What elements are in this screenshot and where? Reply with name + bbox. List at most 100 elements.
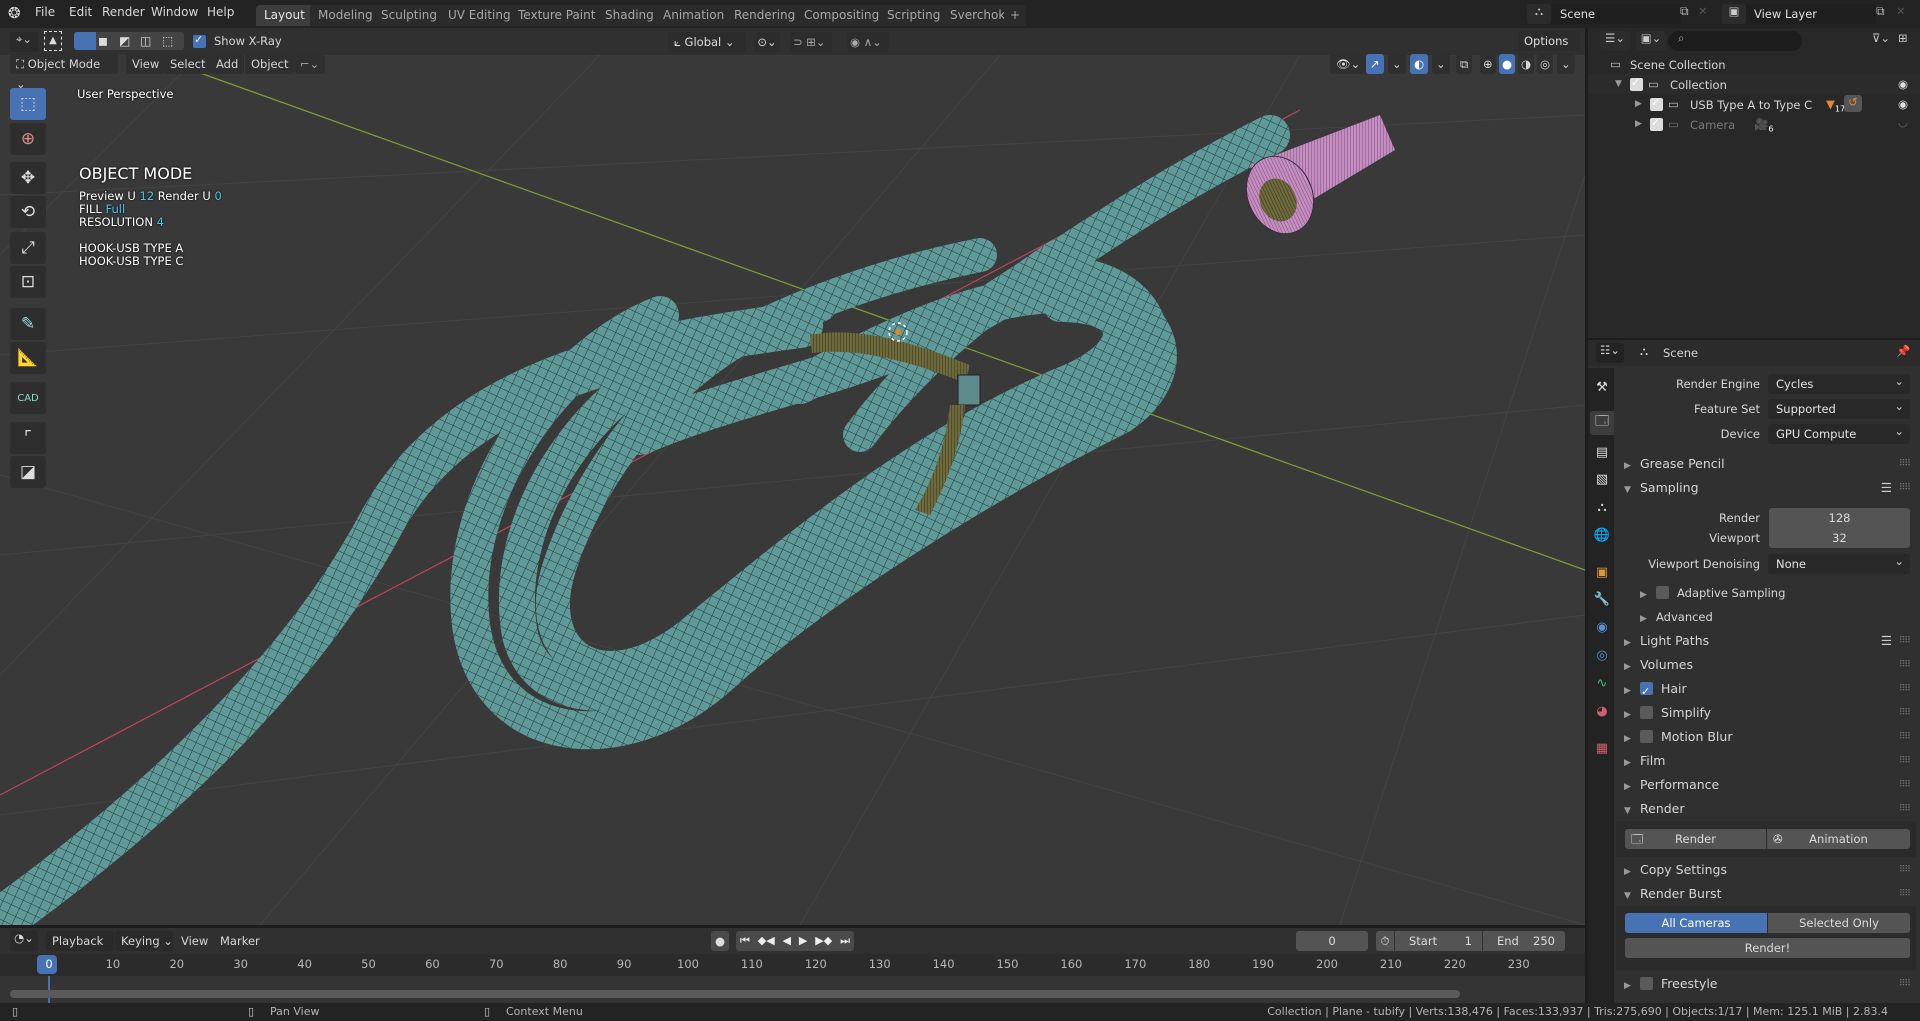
- render-image-button[interactable]: 🗔 Render: [1625, 829, 1766, 849]
- expand-icon[interactable]: ▼: [1615, 79, 1622, 89]
- tab-material-icon[interactable]: ◕: [1590, 699, 1614, 723]
- drag-handle-icon[interactable]: ⠿⠿: [1899, 653, 1911, 677]
- panel-freestyle[interactable]: ▶ Freestyle ⠿⠿: [1620, 972, 1914, 996]
- drag-handle-icon[interactable]: ⠿⠿: [1899, 797, 1911, 821]
- outliner-row-collection[interactable]: ▼ ▭ Collection ◉: [1588, 74, 1920, 94]
- feature-set-dropdown[interactable]: Supported: [1768, 396, 1910, 419]
- menu-edit[interactable]: Edit: [69, 5, 92, 19]
- all-cameras-toggle[interactable]: All Cameras: [1625, 913, 1767, 933]
- adaptive-sampling-checkbox[interactable]: [1656, 586, 1669, 599]
- render-samples-field[interactable]: 128: [1769, 508, 1910, 528]
- drag-handle-icon[interactable]: ⠿⠿: [1899, 725, 1911, 749]
- panel-hair[interactable]: ▶Hair⠿⠿: [1620, 677, 1914, 704]
- menu-file[interactable]: File: [35, 5, 55, 19]
- tab-rendering[interactable]: Rendering: [726, 5, 804, 26]
- timeline-menu-view[interactable]: View: [181, 934, 208, 948]
- tab-particles-icon[interactable]: ◉: [1590, 615, 1614, 639]
- object-visibility-icon[interactable]: 👁⌄: [1330, 54, 1367, 74]
- subpanel-adaptive-sampling[interactable]: ▶ Adaptive Sampling: [1636, 581, 1920, 605]
- panel-render-burst[interactable]: ▼ Render Burst ⠿⠿: [1620, 882, 1914, 906]
- filter-icon[interactable]: ⊽⌄: [1872, 31, 1890, 45]
- scene-selector-icon[interactable]: ⛬: [1527, 4, 1551, 24]
- selected-only-toggle[interactable]: Selected Only: [1768, 913, 1910, 933]
- tab-compositing[interactable]: Compositing: [796, 5, 888, 26]
- current-frame-field[interactable]: 0: [1296, 931, 1368, 951]
- delete-scene-icon[interactable]: ✕: [1698, 4, 1714, 18]
- menu-window[interactable]: Window: [151, 5, 198, 19]
- motion-blur-checkbox[interactable]: [1640, 730, 1653, 743]
- pivot-point-icon[interactable]: ⊙⌄: [754, 32, 780, 52]
- snap-toggle-icon[interactable]: ⊃ ⊞⌄: [790, 32, 832, 52]
- outliner-editor-type-icon[interactable]: ☰⌄: [1600, 31, 1630, 51]
- menu-render[interactable]: Render: [102, 5, 145, 19]
- tool-rotate-icon[interactable]: ⟲: [10, 196, 46, 228]
- play-icon[interactable]: ▶: [799, 931, 807, 951]
- tool-scale-icon[interactable]: ⤢: [10, 232, 46, 264]
- shading-wireframe-icon[interactable]: ⊕: [1480, 54, 1496, 74]
- tool-annotate-icon[interactable]: ✎: [10, 308, 46, 340]
- pin-icon[interactable]: 📌: [1896, 344, 1910, 358]
- drag-handle-icon[interactable]: ⠿⠿: [1899, 749, 1911, 773]
- tab-modeling[interactable]: Modeling: [310, 5, 381, 26]
- view-layer-field[interactable]: View Layer: [1746, 4, 1876, 24]
- render-animation-button[interactable]: ✇ Animation: [1767, 829, 1910, 849]
- viewport-menu-object[interactable]: Object: [245, 54, 295, 74]
- viewport-canvas[interactable]: [0, 55, 1585, 925]
- curve-tools-icon[interactable]: ⌐⌄: [294, 54, 326, 74]
- copy-scene-icon[interactable]: ⧉: [1680, 4, 1696, 24]
- viewport-samples-field[interactable]: 32: [1769, 528, 1910, 548]
- drag-handle-icon[interactable]: ⠿⠿: [1899, 882, 1911, 906]
- outliner-row-camera[interactable]: ▶ ▭ Camera 🎥6 ◡: [1588, 114, 1920, 134]
- tab-physics-icon[interactable]: ◎: [1590, 643, 1614, 667]
- visibility-eye-icon[interactable]: ◉: [1898, 77, 1908, 91]
- delete-view-layer-icon[interactable]: ✕: [1896, 4, 1906, 18]
- drag-handle-icon[interactable]: ⠿⠿: [1899, 701, 1911, 725]
- menu-help[interactable]: Help: [207, 5, 234, 19]
- drag-handle-icon[interactable]: ⠿⠿: [1899, 972, 1911, 996]
- tab-view-layer-icon[interactable]: ▧: [1590, 467, 1614, 491]
- select-tool-icon[interactable]: ▲: [44, 31, 62, 51]
- set-new-selection-icon[interactable]: [74, 32, 96, 50]
- play-reverse-icon[interactable]: ◀: [783, 931, 791, 951]
- expand-icon[interactable]: ▶: [1635, 119, 1642, 129]
- tab-output-icon[interactable]: ▤: [1590, 440, 1614, 464]
- tab-uv-editing[interactable]: UV Editing: [440, 5, 519, 26]
- tool-transform-icon[interactable]: ⊡: [10, 266, 46, 298]
- transform-orientation-dropdown[interactable]: ⟀ Global ⌄: [668, 32, 746, 52]
- tool-move-icon[interactable]: ✥: [10, 162, 46, 194]
- panel-sampling[interactable]: ▼ Sampling ☰ ⠿⠿: [1620, 476, 1914, 500]
- invert-selection-icon[interactable]: ◫: [140, 34, 151, 48]
- shading-rendered-icon[interactable]: ◎: [1537, 54, 1554, 74]
- freestyle-checkbox[interactable]: [1640, 977, 1653, 990]
- timeline-editor-type-icon[interactable]: ◔⌄: [10, 931, 38, 951]
- playback-menu[interactable]: Playback ⌄: [46, 931, 114, 968]
- drag-handle-icon[interactable]: ⠿⠿: [1899, 629, 1911, 653]
- tab-scripting[interactable]: Scripting: [879, 5, 949, 26]
- drag-handle-icon[interactable]: ⠿⠿: [1899, 452, 1911, 476]
- visibility-eye-icon[interactable]: ◉: [1898, 97, 1908, 111]
- panel-film[interactable]: ▶ Film ⠿⠿: [1620, 749, 1914, 773]
- panel-motion-blur[interactable]: ▶ Motion Blur ⠿⠿: [1620, 725, 1914, 749]
- tool-curve-bevel-icon[interactable]: ⌜: [10, 422, 46, 454]
- panel-render[interactable]: ▼ Render ⠿⠿: [1620, 797, 1914, 821]
- gizmo-toggle-icon[interactable]: ↗: [1366, 54, 1384, 74]
- panel-light-paths[interactable]: ▶ Light Paths ☰ ⠿⠿: [1620, 629, 1914, 653]
- auto-keying-icon[interactable]: ●: [711, 931, 729, 951]
- copy-view-layer-icon[interactable]: ⧉: [1876, 4, 1885, 19]
- outliner-row-usb-cable[interactable]: ▶ ▭ USB Type A to Type C ▼17 ↺ ◉: [1588, 94, 1920, 114]
- render-engine-dropdown[interactable]: Cycles: [1768, 371, 1910, 394]
- intersect-selection-icon[interactable]: ⬚: [162, 34, 173, 48]
- viewport-menu-select[interactable]: Select: [164, 54, 212, 74]
- overlays-dropdown[interactable]: ⌄: [1432, 54, 1450, 74]
- presets-list-icon[interactable]: ☰: [1881, 476, 1892, 500]
- tab-object-data-icon[interactable]: ∿: [1590, 671, 1614, 695]
- tool-select-box-icon[interactable]: ⬚: [10, 88, 46, 120]
- jump-start-icon[interactable]: ⏮: [740, 931, 750, 951]
- tab-sculpting[interactable]: Sculpting: [373, 5, 446, 26]
- panel-grease-pencil[interactable]: ▶ Grease Pencil ⠿⠿: [1620, 452, 1914, 476]
- new-collection-icon[interactable]: ⊞: [1898, 31, 1908, 45]
- tab-texture-paint[interactable]: Texture Paint: [510, 5, 604, 26]
- drag-handle-icon[interactable]: ⠿⠿: [1899, 677, 1911, 701]
- viewport-menu-view[interactable]: View: [126, 54, 166, 74]
- tab-modifiers-icon[interactable]: 🔧: [1590, 587, 1614, 611]
